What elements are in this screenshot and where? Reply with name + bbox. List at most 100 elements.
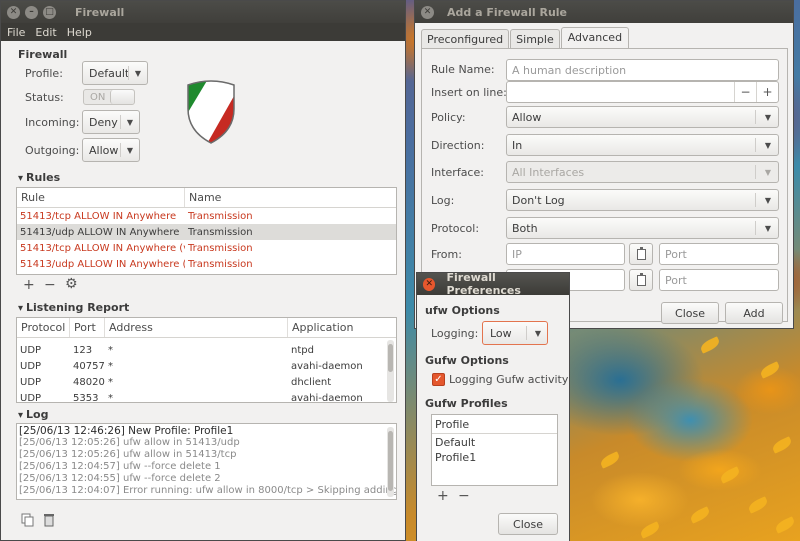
combo-separator	[755, 165, 756, 179]
rule-cell: 51413/udp ALLOW IN Anywhere (v6)	[20, 258, 185, 270]
rules-expander[interactable]: Rules	[18, 171, 60, 184]
table-row[interactable]: UDP 5353 * avahi-daemon	[17, 390, 396, 403]
list-item[interactable]: Profile1	[432, 449, 557, 464]
direction-dropdown[interactable]: In ▼	[506, 134, 779, 156]
rule-cell: 51413/tcp ALLOW IN Anywhere	[20, 210, 177, 222]
column-header-application[interactable]: Application	[288, 318, 396, 337]
logging-level-value: Low	[490, 326, 512, 340]
table-row[interactable]: 51413/udp ALLOW IN Anywhere Transmission	[17, 224, 396, 240]
port-cell: 40757	[73, 360, 105, 372]
add-rule-button[interactable]: +	[23, 277, 35, 293]
close-button[interactable]: Close	[498, 513, 558, 535]
rule-tabs: Preconfigured Simple Advanced	[421, 27, 630, 50]
insert-line-label: Insert on line:	[431, 86, 507, 99]
log-label: Log:	[431, 194, 455, 207]
rule-name-input[interactable]: A human description	[506, 59, 779, 81]
combo-separator	[755, 110, 756, 124]
wallpaper-leaf	[598, 451, 622, 469]
from-label: From:	[431, 248, 462, 261]
wallpaper-leaf	[758, 361, 782, 379]
listening-report-expander[interactable]: Listening Report	[18, 301, 129, 314]
scrollbar-thumb[interactable]	[388, 431, 393, 491]
application-cell: ntpd	[291, 344, 314, 356]
wallpaper-leaf	[746, 496, 770, 514]
combo-separator	[526, 326, 527, 340]
tab-advanced[interactable]: Advanced	[560, 27, 630, 48]
preferences-dialog: ✕ Firewall Preferences ufw Options Loggi…	[416, 271, 570, 541]
tab-preconfigured[interactable]: Preconfigured	[421, 29, 510, 50]
remove-rule-button[interactable]: −	[44, 277, 56, 293]
preferences-titlebar: ✕ Firewall Preferences	[417, 271, 569, 297]
log-scrollbar[interactable]	[387, 427, 394, 497]
table-row[interactable]: 51413/tcp ALLOW IN Anywhere (v6) Transmi…	[17, 240, 396, 256]
table-row[interactable]: UDP 123 * ntpd	[17, 342, 396, 358]
close-button[interactable]: Close	[661, 302, 719, 324]
to-port-input[interactable]: Port	[659, 269, 779, 291]
table-row[interactable]: 51413/udp ALLOW IN Anywhere (v6) Transmi…	[17, 256, 396, 272]
column-header-address[interactable]: Address	[105, 318, 288, 337]
ufw-options-title: ufw Options	[425, 304, 500, 317]
log-value: Don't Log	[512, 193, 565, 207]
paste-to-button[interactable]	[629, 269, 653, 291]
port-cell: 123	[73, 344, 93, 356]
wallpaper-leaf	[638, 521, 662, 539]
wallpaper-leaf	[770, 436, 794, 454]
toggle-knob	[110, 90, 134, 104]
address-cell: *	[108, 344, 113, 356]
add-button[interactable]: Add	[725, 302, 783, 324]
protocol-label: Protocol:	[431, 222, 480, 235]
insert-line-spinbox[interactable]: − +	[506, 81, 779, 103]
protocol-dropdown[interactable]: Both ▼	[506, 217, 779, 239]
add-profile-button[interactable]: +	[437, 488, 449, 504]
column-header-protocol[interactable]: Protocol	[17, 318, 70, 337]
close-dialog-button[interactable]: ✕	[421, 5, 434, 19]
list-item[interactable]: Default	[432, 434, 557, 449]
scrollbar-thumb[interactable]	[388, 344, 393, 372]
menu-file[interactable]: File	[7, 26, 25, 39]
incoming-dropdown[interactable]: Deny ▼	[82, 110, 140, 134]
clipboard-icon	[636, 246, 646, 260]
edit-rule-gear-icon[interactable]: ⚙	[65, 276, 78, 292]
listening-table-header: Protocol Port Address Application	[17, 318, 396, 338]
log-dropdown[interactable]: Don't Log ▼	[506, 189, 779, 211]
table-row[interactable]: UDP 40757 * avahi-daemon	[17, 358, 396, 374]
close-window-button[interactable]: ✕	[7, 5, 20, 19]
policy-dropdown[interactable]: Allow ▼	[506, 106, 779, 128]
decrement-button[interactable]: −	[734, 82, 756, 102]
column-header-profile[interactable]: Profile	[432, 415, 557, 434]
rules-table-header: Rule Name	[17, 188, 396, 208]
listening-scrollbar[interactable]	[387, 340, 394, 402]
remove-profile-button[interactable]: −	[458, 488, 470, 504]
menu-help[interactable]: Help	[67, 26, 92, 39]
log-textview[interactable]: [25/06/13 12:46:26] New Profile: Profile…	[16, 423, 397, 500]
outgoing-dropdown[interactable]: Allow ▼	[82, 138, 140, 162]
from-ip-input[interactable]: IP	[506, 243, 625, 265]
increment-button[interactable]: +	[756, 82, 778, 102]
table-row[interactable]: UDP 48020 * dhclient	[17, 374, 396, 390]
status-toggle[interactable]: ON	[83, 89, 135, 105]
minimize-window-button[interactable]: –	[25, 5, 38, 19]
copy-log-icon[interactable]	[21, 513, 35, 527]
menubar: File Edit Help	[1, 23, 405, 41]
close-dialog-button[interactable]: ✕	[423, 277, 436, 291]
paste-from-button[interactable]	[629, 243, 653, 265]
tab-simple[interactable]: Simple	[510, 29, 560, 50]
protocol-cell: UDP	[20, 360, 42, 372]
profile-dropdown[interactable]: Default ▼	[82, 61, 148, 85]
logging-activity-checkbox[interactable]: ✓	[432, 373, 445, 386]
table-row[interactable]: 51413/tcp ALLOW IN Anywhere Transmission	[17, 208, 396, 224]
interface-dropdown[interactable]: All Interfaces ▼	[506, 161, 779, 183]
column-header-rule[interactable]: Rule	[17, 188, 185, 207]
column-header-port[interactable]: Port	[70, 318, 105, 337]
column-header-name[interactable]: Name	[185, 188, 396, 207]
log-expander[interactable]: Log	[18, 408, 48, 421]
maximize-window-button[interactable]: □	[43, 5, 56, 19]
logging-level-dropdown[interactable]: Low ▼	[482, 321, 548, 345]
rule-cell: 51413/tcp ALLOW IN Anywhere (v6)	[20, 242, 185, 254]
from-port-input[interactable]: Port	[659, 243, 779, 265]
incoming-value: Deny	[89, 115, 118, 129]
name-cell: Transmission	[188, 226, 253, 238]
menu-edit[interactable]: Edit	[35, 26, 56, 39]
profile-label: Profile:	[25, 67, 63, 80]
clear-log-icon[interactable]	[43, 513, 55, 527]
